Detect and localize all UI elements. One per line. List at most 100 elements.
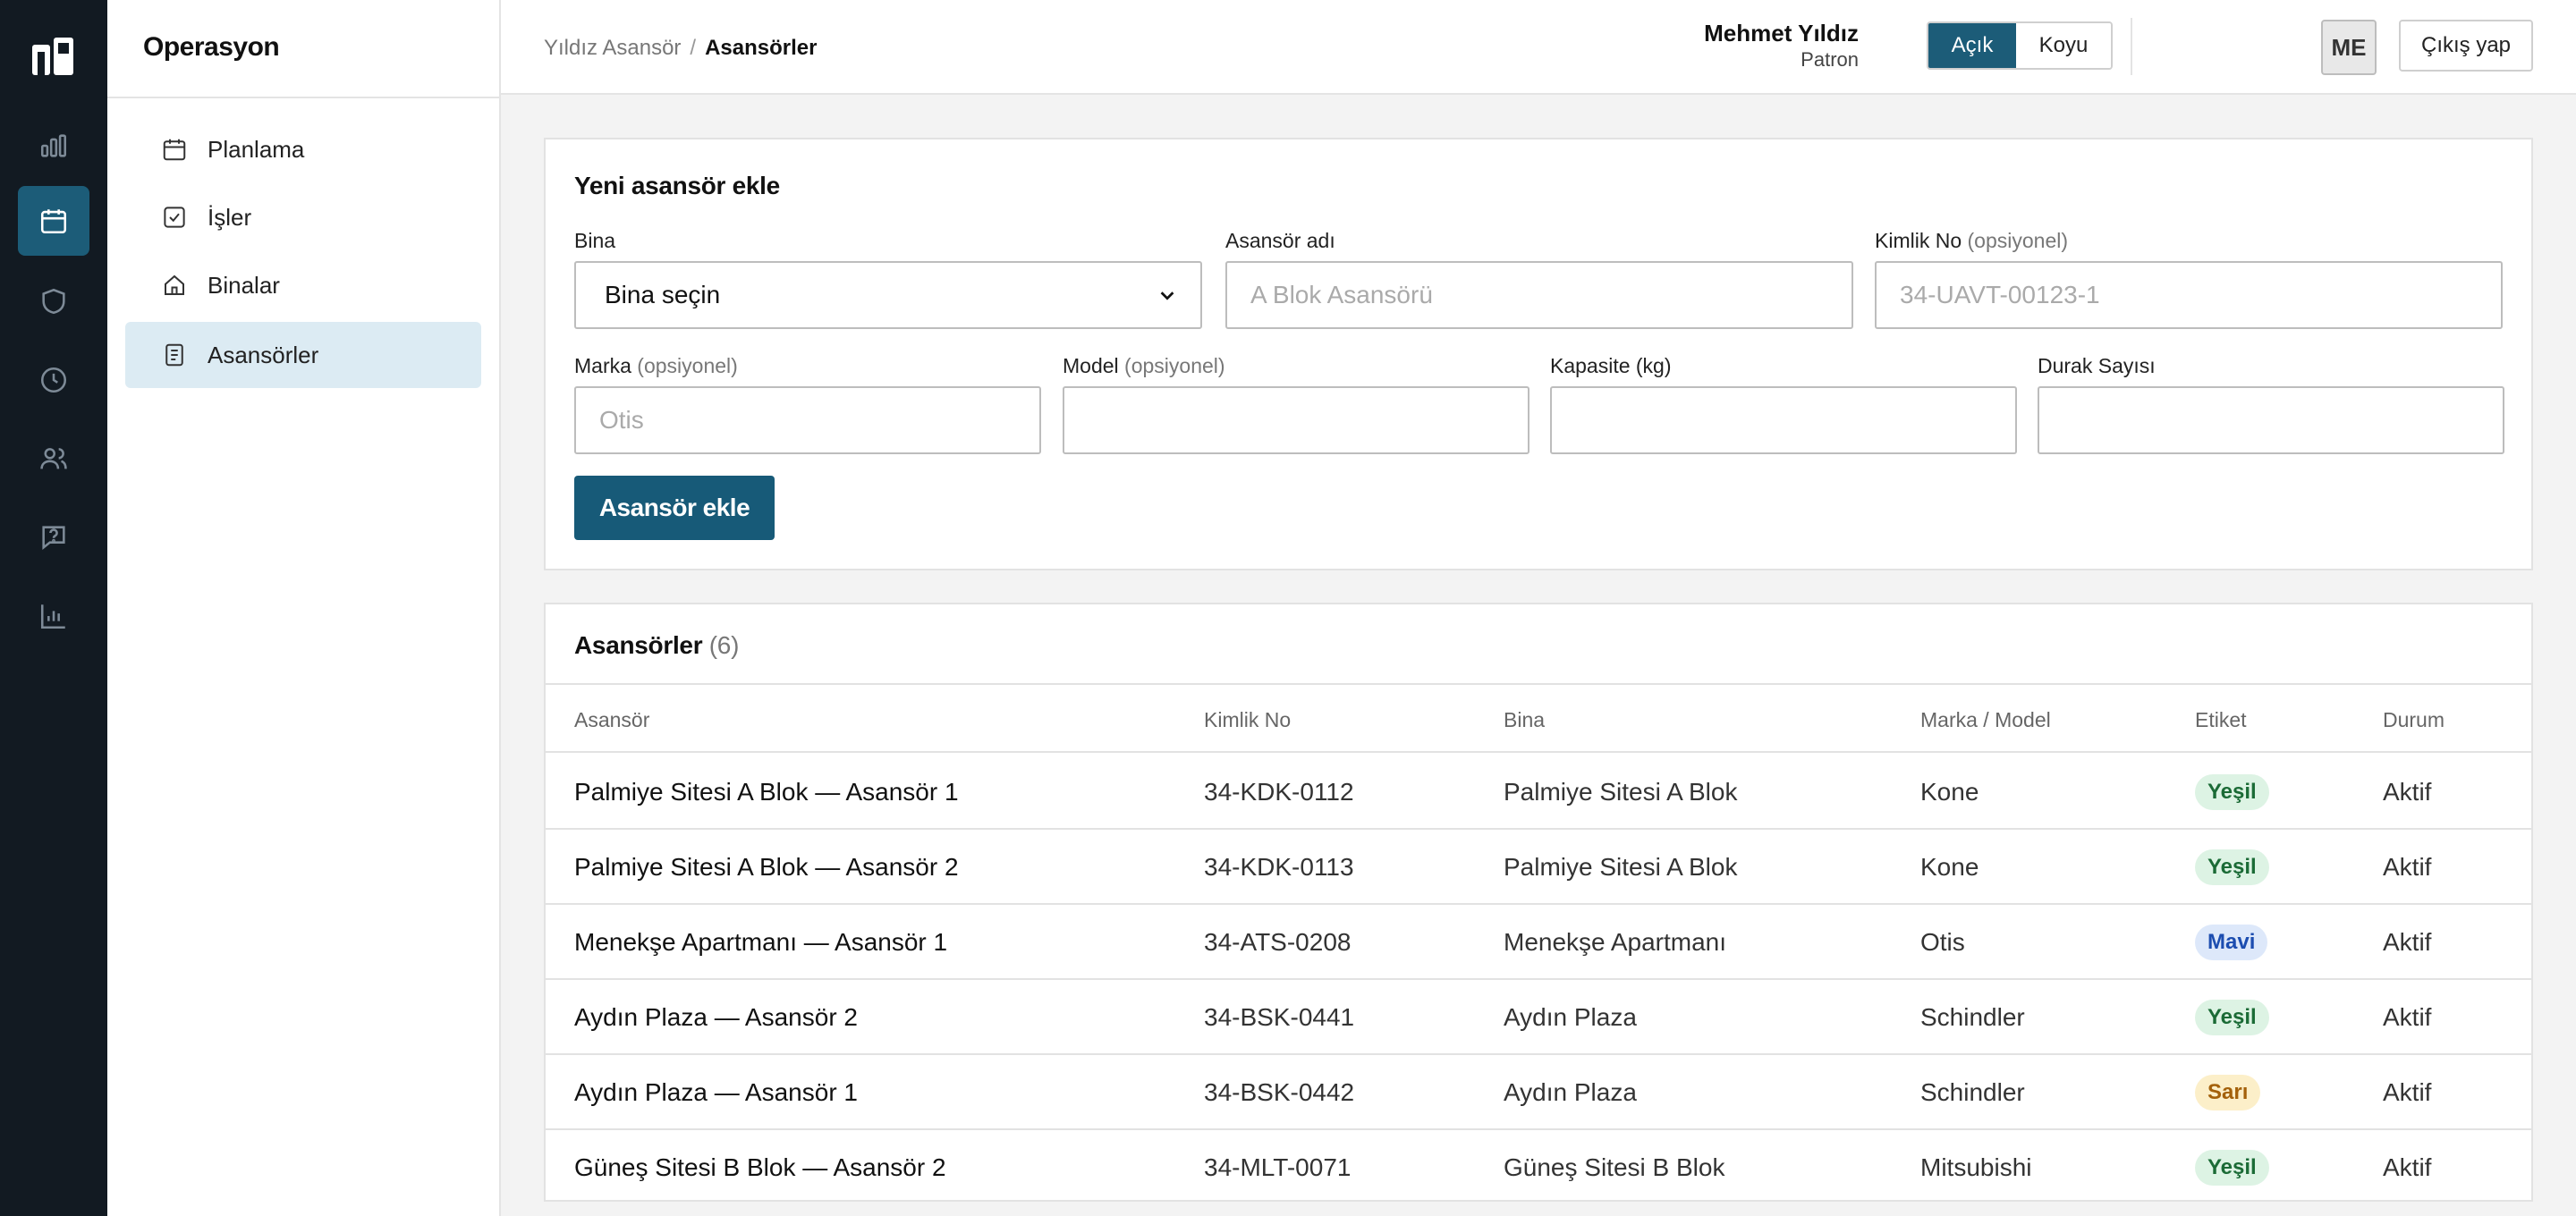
theme-dark-button[interactable]: Koyu xyxy=(2016,23,2111,68)
cell-id: 34-KDK-0113 xyxy=(1204,853,1354,881)
building-select[interactable]: Bina seçin xyxy=(574,261,1202,329)
help-icon xyxy=(42,526,65,550)
logout-button[interactable]: Çıkış yap xyxy=(2399,20,2533,72)
cell-status: Aktif xyxy=(2383,928,2432,956)
checkbox-icon xyxy=(164,207,185,228)
table-row[interactable]: Güneş Sitesi B Blok — Asansör 2 34-MLT-00… xyxy=(546,1130,2531,1205)
column-header[interactable]: Kimlik No xyxy=(1204,708,1291,732)
model-input[interactable] xyxy=(1063,386,1530,454)
rail-clock-button[interactable] xyxy=(18,345,89,415)
breadcrumb: Yıldız Asansör / Asansörler xyxy=(544,36,817,61)
cell-brand: Mitsubishi xyxy=(1920,1153,2032,1181)
shield-icon xyxy=(42,288,65,315)
column-header[interactable]: Durum xyxy=(2383,708,2445,732)
column-header[interactable]: Etiket xyxy=(2195,708,2247,732)
rail-analytics-button[interactable] xyxy=(18,581,89,651)
id-no-label: Kimlik No (opsiyonel) xyxy=(1875,229,2069,252)
brand-label: Marka (opsiyonel) xyxy=(574,354,738,377)
model-label: Model (opsiyonel) xyxy=(1063,354,1225,377)
table-row[interactable]: Aydın Plaza — Asansör 2 34-BSK-0441 Aydın … xyxy=(546,980,2531,1055)
cell-id: 34-MLT-0071 xyxy=(1204,1153,1352,1181)
cell-name: Aydın Plaza — Asansör 1 xyxy=(574,1078,858,1106)
cell-brand: Otis xyxy=(1920,928,1965,956)
calendar-icon xyxy=(163,139,186,161)
cell-name: Güneş Sitesi B Blok — Asansör 2 xyxy=(574,1153,946,1181)
rail-users-button[interactable] xyxy=(18,424,89,494)
table-row[interactable]: Menekşe Apartmanı — Asansör 1 34-ATS-0208… xyxy=(546,905,2531,980)
document-icon xyxy=(165,343,183,367)
sidebar-item-asansorler[interactable]: Asansörler xyxy=(125,322,481,388)
analytics-icon xyxy=(40,604,65,629)
elevator-name-input[interactable]: A Blok Asansörü xyxy=(1225,261,1853,329)
chevron-down-icon xyxy=(1160,291,1174,300)
id-no-input[interactable]: 34-UAVT-00123-1 xyxy=(1875,261,2503,329)
table-header: Asansör Kimlik No Bina Marka / Model Eti… xyxy=(546,683,2531,753)
tag-badge: Yeşil xyxy=(2195,1000,2269,1035)
sidebar-item-label: İşler xyxy=(208,203,252,231)
sidebar-item-label: Binalar xyxy=(208,271,280,299)
capacity-label: Kapasite (kg) xyxy=(1550,354,1672,377)
sidebar-title: Operasyon xyxy=(107,0,499,98)
cell-status: Aktif xyxy=(2383,1003,2432,1031)
cell-status: Aktif xyxy=(2383,853,2432,881)
column-header[interactable]: Asansör xyxy=(574,708,649,732)
column-header[interactable]: Marka / Model xyxy=(1920,708,2051,732)
cell-name: Menekşe Apartmanı — Asansör 1 xyxy=(574,928,948,956)
cell-name: Aydın Plaza — Asansör 2 xyxy=(574,1003,858,1031)
divider xyxy=(2131,18,2132,75)
calendar-icon xyxy=(40,209,67,234)
cell-building: Aydın Plaza xyxy=(1504,1078,1637,1106)
column-header[interactable]: Bina xyxy=(1504,708,1545,732)
cell-brand: Kone xyxy=(1920,853,1979,881)
sidebar-item-isler[interactable]: İşler xyxy=(125,184,481,250)
cell-id: 34-KDK-0112 xyxy=(1204,778,1354,806)
user-role: Patron xyxy=(1801,48,1859,71)
rail-chart-button[interactable] xyxy=(18,111,89,181)
rail-help-button[interactable] xyxy=(18,502,89,572)
table-row[interactable]: Palmiye Sitesi A Blok — Asansör 2 34-KDK-… xyxy=(546,830,2531,905)
breadcrumb-root[interactable]: Yıldız Asansör xyxy=(544,36,681,60)
cell-name: Palmiye Sitesi A Blok — Asansör 1 xyxy=(574,778,959,806)
tag-badge: Yeşil xyxy=(2195,774,2269,810)
sidebar-item-binalar[interactable]: Binalar xyxy=(125,252,481,318)
cell-brand: Schindler xyxy=(1920,1003,2025,1031)
theme-toggle: Açık Koyu xyxy=(1927,21,2113,70)
brand-input[interactable]: Otis xyxy=(574,386,1041,454)
home-icon xyxy=(165,274,184,295)
cell-building: Palmiye Sitesi A Blok xyxy=(1504,778,1738,806)
table-row[interactable]: Palmiye Sitesi A Blok — Asansör 1 34-KDK-… xyxy=(546,755,2531,830)
cell-id: 34-ATS-0208 xyxy=(1204,928,1352,956)
cell-building: Aydın Plaza xyxy=(1504,1003,1637,1031)
capacity-input[interactable] xyxy=(1550,386,2017,454)
cell-id: 34-BSK-0442 xyxy=(1204,1078,1355,1106)
add-elevator-button[interactable]: Asansör ekle xyxy=(574,476,775,540)
cell-building: Palmiye Sitesi A Blok xyxy=(1504,853,1738,881)
cell-status: Aktif xyxy=(2383,1078,2432,1106)
icon-rail xyxy=(0,0,107,1216)
avatar[interactable]: ME xyxy=(2321,20,2377,75)
app-logo-icon[interactable] xyxy=(29,32,79,82)
cell-building: Menekşe Apartmanı xyxy=(1504,928,1727,956)
cell-id: 34-BSK-0441 xyxy=(1204,1003,1355,1031)
stops-input[interactable] xyxy=(2038,386,2504,454)
tag-badge: Mavi xyxy=(2195,925,2268,960)
top-bar: Yıldız Asansör / Asansörler Açık Koyu Mehm… xyxy=(501,0,2576,95)
rail-calendar-button[interactable] xyxy=(18,186,89,256)
cell-name: Palmiye Sitesi A Blok — Asansör 2 xyxy=(574,853,959,881)
elevators-table: Asansörler (6) Asansör Kimlik No Bina Ma… xyxy=(544,603,2533,1202)
users-icon xyxy=(40,448,67,469)
table-title: Asansörler (6) xyxy=(574,631,740,659)
form-title: Yeni asansör ekle xyxy=(574,172,780,199)
rail-shield-button[interactable] xyxy=(18,266,89,336)
breadcrumb-separator: / xyxy=(690,36,697,60)
clock-icon xyxy=(40,367,67,393)
sidebar: Operasyon Planlama İşler Binalar Asansör… xyxy=(107,0,501,1216)
sidebar-item-planlama[interactable]: Planlama xyxy=(125,116,481,182)
sidebar-item-label: Asansörler xyxy=(208,341,319,368)
tag-badge: Yeşil xyxy=(2195,1150,2269,1186)
table-row[interactable]: Aydın Plaza — Asansör 1 34-BSK-0442 Aydın … xyxy=(546,1055,2531,1130)
cell-brand: Schindler xyxy=(1920,1078,2025,1106)
breadcrumb-current: Asansörler xyxy=(705,36,818,60)
user-name: Mehmet Yıldız xyxy=(1704,20,1859,46)
theme-light-button[interactable]: Açık xyxy=(1928,23,2016,68)
